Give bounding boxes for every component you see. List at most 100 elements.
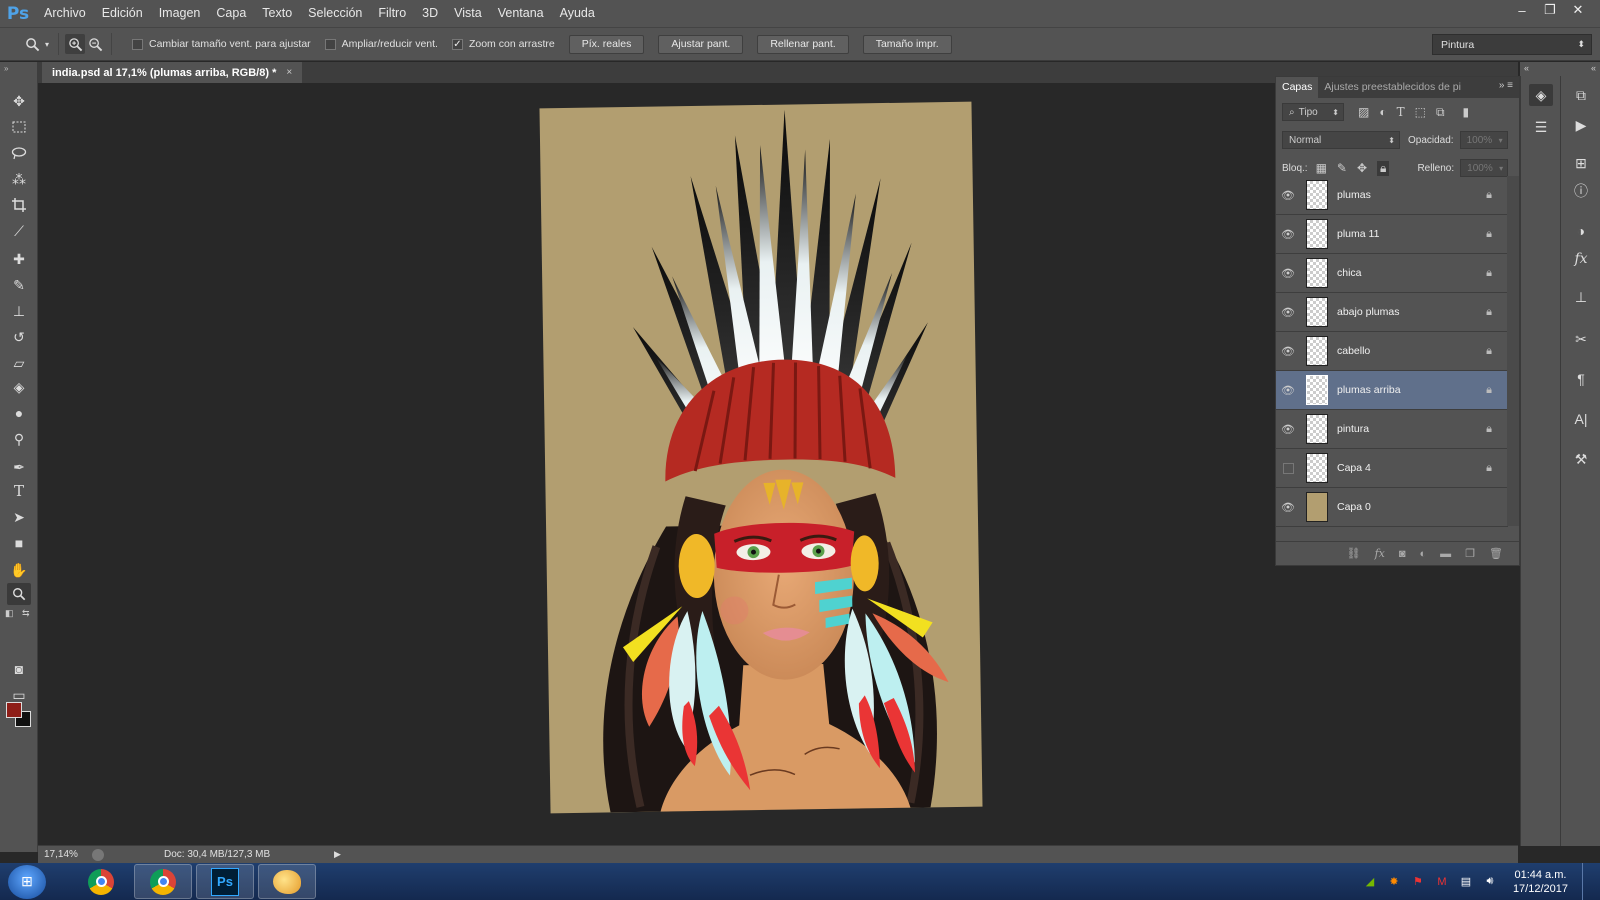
history-icon[interactable]: ⧉ [1569, 84, 1593, 106]
layer-row-plumas[interactable]: 👁︎ plumas 🔒︎ [1276, 176, 1508, 215]
opacity-field[interactable]: 100% ▾ [1459, 131, 1508, 149]
layers-scrollbar[interactable] [1507, 176, 1519, 526]
zoom-level-field[interactable]: 17,14% [38, 849, 88, 860]
image-filter-icon[interactable]: ▨ [1358, 105, 1369, 119]
eye-icon[interactable]: 👁︎ [1276, 267, 1300, 280]
eye-icon[interactable]: 👁︎ [1276, 423, 1300, 436]
zoom-tool-icon[interactable] [7, 583, 31, 605]
layer-row-plumas-arriba[interactable]: 👁︎ plumas arriba 🔒︎ [1276, 371, 1508, 410]
menu-ventana[interactable]: Ventana [490, 0, 552, 27]
layer-row-chica[interactable]: 👁︎ chica 🔒︎ [1276, 254, 1508, 293]
panel-menu-icon[interactable]: » ≡ [1499, 80, 1513, 91]
tab-brush-presets[interactable]: Ajustes preestablecidos de pi [1318, 77, 1467, 98]
layer-name[interactable]: cabello [1337, 345, 1370, 357]
menu-vista[interactable]: Vista [446, 0, 490, 27]
menu-ayuda[interactable]: Ayuda [552, 0, 603, 27]
rectangle-tool-icon[interactable]: ■ [7, 532, 31, 554]
layer-row-pintura[interactable]: 👁︎ pintura 🔒︎ [1276, 410, 1508, 449]
lasso-tool-icon[interactable] [7, 142, 31, 164]
menu-capa[interactable]: Capa [208, 0, 254, 27]
network-icon[interactable]: ▤ [1459, 875, 1473, 889]
layer-style-fx-icon[interactable]: fx [1375, 547, 1385, 560]
blur-tool-icon[interactable]: ● [7, 402, 31, 424]
play-arrow-icon[interactable]: ▶ [334, 849, 341, 860]
zoom-tool-preset-icon[interactable] [22, 34, 42, 54]
close-tab-icon[interactable]: × [286, 67, 292, 78]
dodge-tool-icon[interactable]: ⚲ [7, 428, 31, 450]
type-filter-icon[interactable]: T [1397, 105, 1405, 119]
actual-pixels-button[interactable]: Píx. reales [568, 34, 645, 54]
adjustments-sliders-icon[interactable]: ☰ [1529, 116, 1553, 138]
history-brush-icon[interactable]: ↺ [7, 326, 31, 348]
minimize-button[interactable]: – [1508, 0, 1536, 20]
mcafee-icon[interactable]: M [1435, 875, 1449, 889]
chevron-down-icon[interactable]: ▾ [42, 34, 52, 54]
tab-capas[interactable]: Capas [1276, 77, 1319, 98]
layer-row-capa-0[interactable]: 👁︎ Capa 0 [1276, 488, 1508, 527]
expand-arrows-icon[interactable]: « [1591, 63, 1596, 73]
layer-name[interactable]: Capa 4 [1337, 462, 1371, 474]
zoom-out-icon[interactable] [85, 34, 105, 54]
layer-name[interactable]: plumas arriba [1337, 384, 1401, 396]
layer-name[interactable]: chica [1337, 267, 1362, 279]
paint-bucket-icon[interactable]: ◈ [7, 376, 31, 398]
character-icon[interactable]: A| [1569, 408, 1593, 430]
taskbar-paint[interactable] [258, 864, 316, 899]
avast-icon[interactable]: ✸ [1387, 875, 1401, 889]
menu-3d[interactable]: 3D [414, 0, 446, 27]
filter-toggle-icon[interactable]: ▮ [1463, 105, 1470, 119]
hand-tool-icon[interactable]: ✋ [7, 559, 31, 581]
fill-screen-button[interactable]: Rellenar pant. [757, 34, 849, 54]
layer-name[interactable]: pluma 11 [1337, 228, 1379, 240]
fill-field[interactable]: 100% ▾ [1460, 159, 1509, 177]
volume-icon[interactable]: 🔊︎ [1483, 875, 1497, 889]
windows-start-icon[interactable]: ⊞ [8, 864, 46, 899]
layer-name[interactable]: Capa 0 [1337, 501, 1371, 513]
proof-icon[interactable] [92, 848, 104, 861]
checkmark-icon[interactable]: ✓ [451, 38, 463, 50]
brush-presets-icon[interactable]: ⚒ [1569, 448, 1593, 470]
zoom-all-windows-checkbox[interactable]: Ampliar/reducir vent. [324, 38, 438, 50]
collapse-arrows-icon[interactable]: » [4, 64, 8, 73]
dock-collapse-bar[interactable]: « « [1520, 62, 1600, 76]
layer-row-capa-4[interactable]: Capa 4 🔒︎ [1276, 449, 1508, 488]
document-canvas[interactable] [539, 101, 983, 814]
fit-screen-button[interactable]: Ajustar pant. [658, 34, 744, 54]
show-desktop-button[interactable] [1582, 863, 1592, 900]
layers-stack-icon[interactable]: ◈ [1529, 84, 1553, 106]
layer-row-cabello[interactable]: 👁︎ cabello 🔒︎ [1276, 332, 1508, 371]
new-adjustment-icon[interactable]: ◐ [1420, 548, 1427, 560]
eye-icon[interactable]: 👁︎ [1276, 384, 1300, 397]
print-size-button[interactable]: Tamaño impr. [862, 34, 952, 54]
tool-presets-icon[interactable]: ✂ [1569, 328, 1593, 350]
adjustment-filter-icon[interactable]: ◐ [1379, 105, 1386, 119]
layer-name[interactable]: plumas [1337, 189, 1371, 201]
flag-icon[interactable]: ⚑ [1411, 875, 1425, 889]
layer-name[interactable]: abajo plumas [1337, 306, 1399, 318]
checkbox-box[interactable] [324, 38, 336, 50]
styles-fx-icon[interactable]: fx [1569, 248, 1593, 270]
menu-archivo[interactable]: Archivo [36, 0, 94, 27]
eraser-icon[interactable]: ▱ [7, 352, 31, 374]
color-wheel-icon[interactable]: ◑ [1569, 220, 1593, 242]
resize-windows-checkbox[interactable]: Cambiar tamaño vent. para ajustar [132, 38, 311, 50]
lock-pixels-icon[interactable]: ✎ [1337, 161, 1347, 175]
link-layers-icon[interactable]: ⛓ [1347, 547, 1361, 560]
menu-imagen[interactable]: Imagen [151, 0, 209, 27]
crop-tool-icon[interactable] [7, 194, 31, 216]
menu-seleccion[interactable]: Selección [300, 0, 370, 27]
taskbar-chrome-open[interactable] [134, 864, 192, 899]
navigator-icon[interactable]: ⊞ [1569, 152, 1593, 174]
brush-tool-icon[interactable]: ✎ [7, 274, 31, 296]
checkbox-box[interactable] [132, 38, 143, 50]
collapse-arrows-icon[interactable]: « [1524, 63, 1529, 73]
new-group-folder-icon[interactable]: ▬ [1440, 548, 1451, 560]
smart-object-filter-icon[interactable]: ⧉ [1436, 105, 1445, 120]
layer-row-pluma-11[interactable]: 👁︎ pluma 11 🔒︎ [1276, 215, 1508, 254]
delete-layer-trash-icon[interactable]: 🗑︎ [1489, 547, 1503, 560]
foreground-color-swatch[interactable] [6, 702, 22, 718]
menu-edicion[interactable]: Edición [94, 0, 151, 27]
layer-row-abajo-plumas[interactable]: 👁︎ abajo plumas 🔒︎ [1276, 293, 1508, 332]
type-tool-icon[interactable]: T [7, 480, 31, 502]
menu-texto[interactable]: Texto [254, 0, 300, 27]
